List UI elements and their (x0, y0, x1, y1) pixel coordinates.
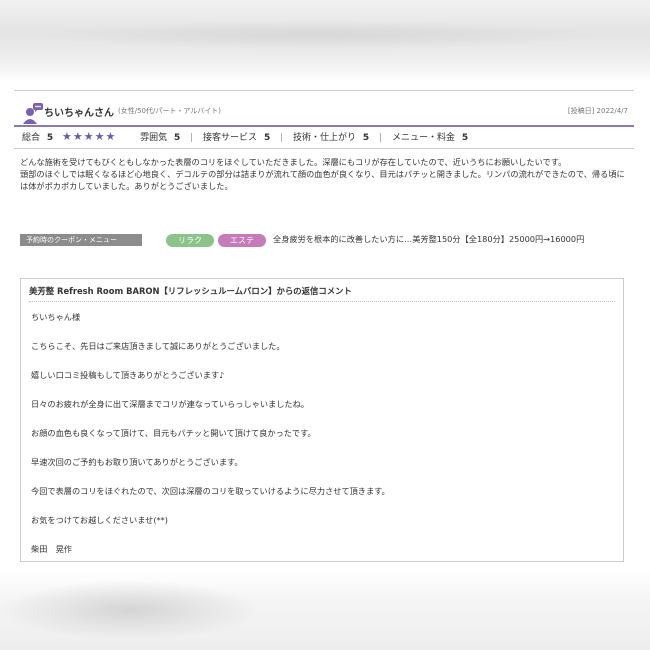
review-paragraph: どんな施術を受けてもびくともしなかった表層のコリをほぐしていただきました。深層に… (20, 157, 567, 167)
rating-price-value: 5 (461, 133, 469, 143)
reply-line: 嬉しい口コミ投稿もして頂きありがとうございます♪ (31, 370, 225, 380)
reply-line: こちらこそ、先日はご来店頂きまして誠にありがとうございました。 (31, 341, 285, 351)
reply-line: ちいちゃん様 (31, 312, 81, 322)
review-header: ちいちゃんさん (女性/50代/パート・アルバイト) [投稿日] 2022/4/… (14, 90, 634, 127)
rating-technique-value: 5 (362, 133, 370, 143)
reviewer-name: ちいちゃんさん (44, 108, 114, 119)
coupon-label: 予約時のクーポン・メニュー (20, 234, 142, 246)
tag-esthe[interactable]: エステ (218, 234, 266, 247)
rating-ambience-value: 5 (173, 133, 181, 143)
coupon-menu-link[interactable]: 全身疲労を根本的に改善したい方に…美芳整150分【全180分】25000円→16… (273, 233, 628, 246)
coupon-row: 予約時のクーポン・メニュー リラク エステ 全身疲労を根本的に改善したい方に…美… (20, 232, 626, 262)
post-date: [投稿日] 2022/4/7 (567, 107, 628, 115)
rating-technique-label: 技術・仕上がり (293, 133, 357, 143)
rating-price-label: メニュー・料金 (391, 133, 455, 143)
review-card: ちいちゃんさん (女性/50代/パート・アルバイト) [投稿日] 2022/4/… (0, 82, 650, 570)
overall-value: 5 (46, 133, 54, 143)
reply-line: 日々のお疲れが全身に出て深層までコリが連なっていらっしゃいましたね。 (31, 399, 309, 409)
reply-line: お気をつけてお越しくださいませ(**) (31, 515, 168, 525)
reviewer-meta: (女性/50代/パート・アルバイト) (118, 107, 222, 115)
review-body: どんな施術を受けてもびくともしなかった表層のコリをほぐしていただきました。深層に… (20, 156, 626, 192)
overall-label: 総合 (22, 133, 41, 143)
star-rating-icon: ★★★★★ (62, 130, 117, 143)
reply-line: 早速次回のご予約もお取り頂いてありがとうございます。 (31, 457, 243, 467)
user-chat-icon (22, 103, 44, 125)
reply-line: お顔の血色も良くなって頂けて、目元もパチッと開いて頂けて良かったです。 (31, 428, 316, 438)
rating-service-label: 接客サービス (203, 133, 258, 143)
reply-line: 今回で表層のコリをほぐれたので、次回は深層のコリを取っていけるように尽力させて頂… (31, 486, 390, 496)
rating-bar: 総合 5 ★★★★★ 雰囲気 5 | 接客サービス 5 | 技術・仕上がり 5 … (14, 126, 634, 149)
blurred-background-top (0, 0, 650, 82)
blurred-background-bottom (0, 570, 650, 650)
rating-ambience-label: 雰囲気 (140, 133, 168, 143)
tag-relax[interactable]: リラク (166, 234, 214, 247)
reply-box: 美芳整 Refresh Room BARON【リフレッシュルームバロン】からの返… (20, 278, 624, 562)
rating-service-value: 5 (263, 133, 271, 143)
reply-signature: 柴田 晃作 (31, 544, 72, 554)
reply-title: 美芳整 Refresh Room BARON【リフレッシュルームバロン】からの返… (29, 285, 615, 302)
review-paragraph: 頭部のほぐしでは眠くなるほど心地良く、デコルテの部分は詰まりが流れて顔の血色が良… (20, 169, 625, 191)
